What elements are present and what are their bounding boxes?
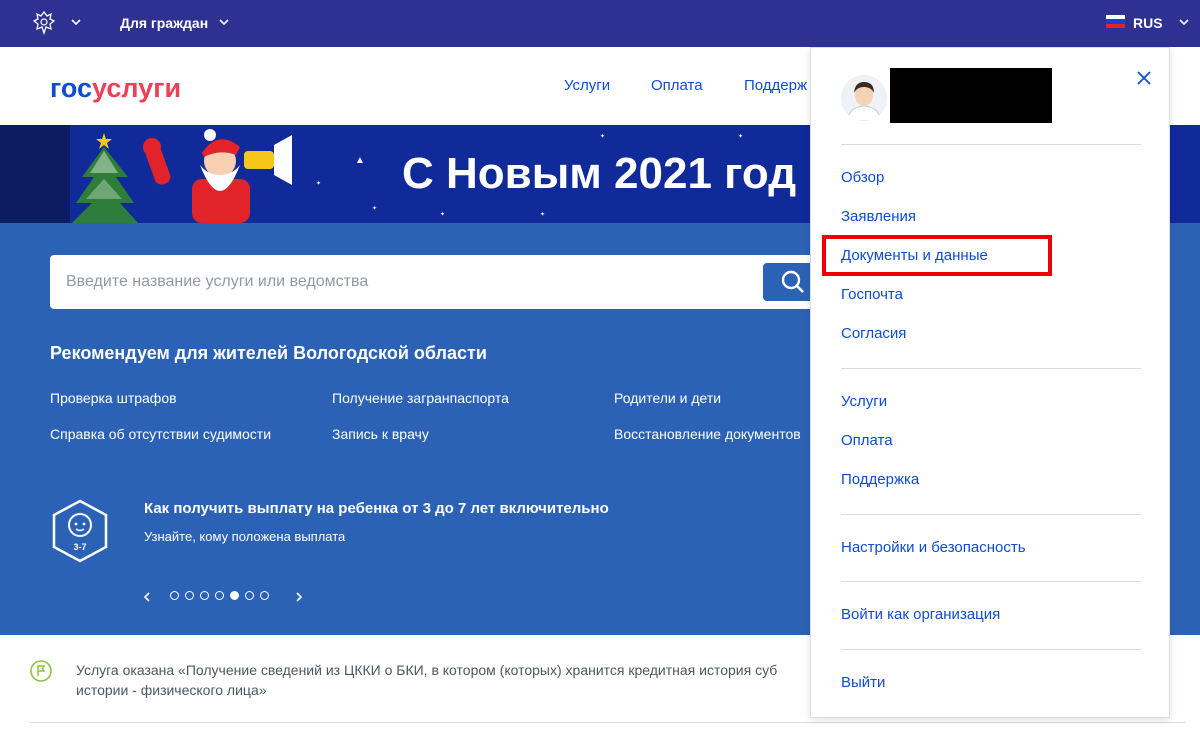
reco-link-parents[interactable]: Родители и дети xyxy=(614,390,721,406)
menu-item-gospochta[interactable]: Госпочта xyxy=(841,286,903,303)
star-icon: ✦ xyxy=(738,134,744,140)
chevron-down-icon[interactable] xyxy=(218,16,230,28)
menu-item-consents[interactable]: Согласия xyxy=(841,325,906,342)
reco-link-doctor[interactable]: Запись к врачу xyxy=(332,426,429,442)
menu-item-settings[interactable]: Настройки и безопасность xyxy=(841,539,1026,556)
carousel-dot[interactable] xyxy=(260,591,269,600)
divider xyxy=(30,722,1185,723)
chevron-down-icon[interactable] xyxy=(70,16,82,28)
star-icon: ✦ xyxy=(372,206,378,212)
reco-link-passport[interactable]: Получение загранпаспорта xyxy=(332,390,509,406)
redacted-user-name xyxy=(890,68,1052,123)
promo-subtitle: Узнайте, кому положена выплата xyxy=(144,529,346,544)
chevron-left-icon[interactable] xyxy=(141,591,153,603)
search-input[interactable] xyxy=(66,269,746,295)
carousel-dot[interactable] xyxy=(185,591,194,600)
menu-item-logout[interactable]: Выйти xyxy=(841,674,885,691)
service-notice[interactable]: Услуга оказана «Получение сведений из ЦК… xyxy=(76,660,816,700)
carousel-dots xyxy=(170,591,269,600)
nav-payment[interactable]: Оплата xyxy=(651,77,703,94)
gosuslugi-logo[interactable]: госуслуги xyxy=(50,73,181,104)
carousel-dot[interactable] xyxy=(170,591,179,600)
banner-edge xyxy=(0,125,70,223)
menu-item-services[interactable]: Услуги xyxy=(841,393,887,410)
reco-link-criminal-record[interactable]: Справка об отсутствии судимости xyxy=(50,426,271,442)
avatar[interactable] xyxy=(841,75,887,121)
menu-item-org-login[interactable]: Войти как организация xyxy=(841,606,1000,623)
reco-link-fines[interactable]: Проверка штрафов xyxy=(50,390,177,406)
christmas-tree-icon xyxy=(72,133,138,223)
star-icon: ✦ xyxy=(316,181,322,187)
user-avatar-icon xyxy=(841,75,887,121)
star-icon: ✦ xyxy=(540,212,546,218)
carousel-dot[interactable] xyxy=(215,591,224,600)
highlight-annotation xyxy=(822,235,1052,276)
russia-flag-icon[interactable] xyxy=(1106,15,1125,28)
menu-item-overview[interactable]: Обзор xyxy=(841,169,884,186)
chevron-right-icon[interactable] xyxy=(293,591,305,603)
service-notice-line: истории - физического лица» xyxy=(76,682,267,698)
logo-part-uslugi: услуги xyxy=(92,73,182,103)
reco-link-documents[interactable]: Восстановление документов xyxy=(614,426,801,442)
for-citizens-menu[interactable]: Для граждан xyxy=(120,15,208,31)
star-icon: ✦ xyxy=(600,134,606,140)
coat-of-arms-icon[interactable] xyxy=(30,9,58,37)
divider xyxy=(841,581,1141,582)
menu-item-applications[interactable]: Заявления xyxy=(841,208,916,225)
recommendations-title: Рекомендуем для жителей Вологодской обла… xyxy=(50,343,487,363)
flag-circle-icon xyxy=(30,660,52,682)
promo-title[interactable]: Как получить выплату на ребенка от 3 до … xyxy=(144,500,609,517)
profile-dropdown: Обзор Заявления Документы и данные Госпо… xyxy=(810,47,1170,718)
carousel-dot[interactable] xyxy=(200,591,209,600)
carousel-dot-active[interactable] xyxy=(230,591,239,600)
santa-claus-icon xyxy=(143,129,292,223)
divider xyxy=(841,514,1141,515)
service-notice-line: Услуга оказана «Получение сведений из ЦК… xyxy=(76,662,778,678)
language-selector[interactable]: RUS xyxy=(1133,15,1163,31)
promo-badge: 3-7 xyxy=(73,542,86,552)
divider xyxy=(841,649,1141,650)
search-box xyxy=(50,255,823,309)
logo-part-gos: гос xyxy=(50,73,93,103)
banner-title: С Новым 2021 год xyxy=(402,149,797,198)
nav-support[interactable]: Поддерж xyxy=(744,77,807,94)
star-icon: ▲ xyxy=(355,155,365,166)
divider xyxy=(841,144,1141,145)
menu-item-payment[interactable]: Оплата xyxy=(841,432,893,449)
nav-services[interactable]: Услуги xyxy=(564,77,610,94)
close-icon[interactable] xyxy=(1135,69,1153,87)
menu-item-support[interactable]: Поддержка xyxy=(841,471,919,488)
child-payment-icon: 3-7 xyxy=(52,499,108,563)
carousel-dot[interactable] xyxy=(245,591,254,600)
divider xyxy=(841,368,1141,369)
star-icon: ✦ xyxy=(440,212,446,218)
top-bar: Для граждан RUS xyxy=(0,0,1200,47)
chevron-down-icon[interactable] xyxy=(1178,16,1190,28)
